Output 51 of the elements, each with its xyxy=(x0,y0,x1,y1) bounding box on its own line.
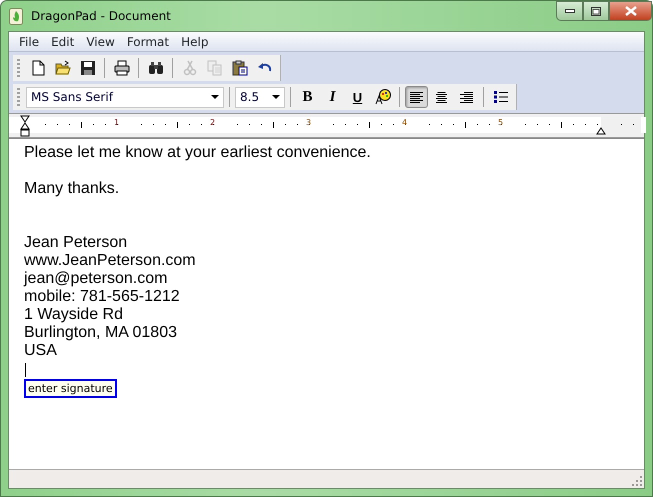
italic-button[interactable]: I xyxy=(321,86,344,108)
bold-button[interactable]: B xyxy=(296,86,319,108)
text-line: jean@peterson.com xyxy=(24,270,168,288)
close-button[interactable] xyxy=(609,1,652,21)
dropdown-arrow-icon xyxy=(272,95,280,99)
text-line: Jean Peterson xyxy=(24,234,128,252)
menu-item[interactable]: Edit xyxy=(45,34,80,48)
signature-button[interactable]: enter signature xyxy=(24,379,117,398)
minimize-icon xyxy=(564,9,574,13)
ruler-number: 5 xyxy=(498,118,504,127)
dropdown-arrow-icon xyxy=(211,95,219,99)
ruler-number: 4 xyxy=(402,118,408,127)
text-line: Burlington, MA 01803 xyxy=(24,324,178,342)
window-title: DragonPad - Document xyxy=(31,9,171,23)
maximize-icon xyxy=(591,6,601,16)
minimize-button[interactable] xyxy=(556,1,583,21)
align-center-icon xyxy=(434,90,449,104)
text-cursor xyxy=(25,363,26,377)
right-indent-marker-icon xyxy=(596,127,606,135)
menu-item[interactable]: Help xyxy=(175,34,214,48)
menu-item[interactable]: File xyxy=(13,34,46,48)
resize-grip-icon xyxy=(632,476,642,486)
text-line: Many thanks. xyxy=(24,180,120,198)
app-icon xyxy=(9,8,23,24)
text-line: 1 Wayside Rd xyxy=(24,306,124,324)
binoculars-icon xyxy=(148,60,164,76)
align-left-button[interactable] xyxy=(405,86,428,108)
align-right-icon xyxy=(459,90,474,104)
font-dropdown[interactable]: MS Sans Serif xyxy=(26,86,224,108)
maximize-button[interactable] xyxy=(583,1,609,21)
copy-icon xyxy=(206,60,222,76)
palette-icon xyxy=(374,89,390,105)
align-left-icon xyxy=(409,90,424,104)
ruler-number: 1 xyxy=(114,118,120,127)
text-line: USA xyxy=(24,342,58,360)
bullet-list-icon xyxy=(494,91,508,103)
ruler-number: 2 xyxy=(210,118,216,127)
underline-button[interactable]: U xyxy=(346,86,369,108)
text-line: Please let me know at your earliest convenience. xyxy=(24,144,372,162)
menu-item[interactable]: Format xyxy=(120,34,176,48)
text-line: mobile: 781-565-1212 xyxy=(24,288,181,306)
menu-item[interactable]: View xyxy=(80,34,121,48)
open-folder-icon xyxy=(54,60,70,76)
new-file-icon xyxy=(30,60,46,76)
scissors-icon xyxy=(182,60,198,76)
close-icon xyxy=(624,6,636,16)
printer-icon xyxy=(114,60,130,76)
paste-clipboard-icon xyxy=(232,60,248,76)
font-size-dropdown[interactable]: 8.5 xyxy=(235,86,285,108)
ruler-number: 3 xyxy=(306,118,312,127)
text-line: www.JeanPeterson.com xyxy=(24,252,197,270)
